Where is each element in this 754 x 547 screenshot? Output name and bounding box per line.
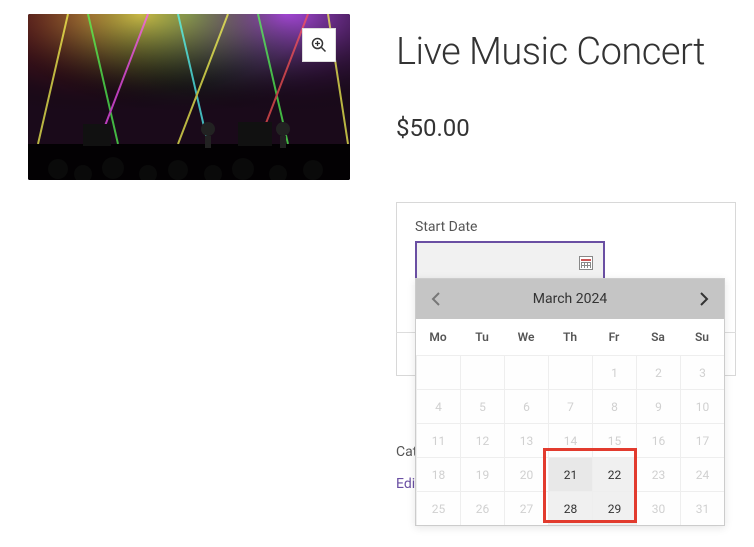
next-month-button[interactable] xyxy=(694,289,714,309)
datepicker-day: 23 xyxy=(636,457,680,491)
chevron-right-icon xyxy=(699,292,709,306)
datepicker-day[interactable]: 29 xyxy=(592,491,636,525)
datepicker-dow: We xyxy=(504,319,548,355)
datepicker-day: 9 xyxy=(636,389,680,423)
datepicker-dow: Mo xyxy=(416,319,460,355)
datepicker-day: 10 xyxy=(680,389,724,423)
datepicker-day xyxy=(460,355,504,389)
datepicker-day[interactable]: 22 xyxy=(592,457,636,491)
datepicker-day: 1 xyxy=(592,355,636,389)
datepicker-day: 19 xyxy=(460,457,504,491)
datepicker-day xyxy=(504,355,548,389)
datepicker-dow: Su xyxy=(680,319,724,355)
calendar-icon xyxy=(579,256,593,270)
datepicker-day: 3 xyxy=(680,355,724,389)
datepicker-day: 18 xyxy=(416,457,460,491)
datepicker-day: 27 xyxy=(504,491,548,525)
datepicker-dow: Sa xyxy=(636,319,680,355)
product-price: $50.00 xyxy=(396,114,754,142)
chevron-left-icon xyxy=(431,292,441,306)
datepicker-dow: Tu xyxy=(460,319,504,355)
product-image[interactable] xyxy=(28,14,350,180)
datepicker-day: 4 xyxy=(416,389,460,423)
datepicker-day[interactable]: 21 xyxy=(548,457,592,491)
datepicker-popup: March 2024 MoTuWeThFrSaSu123456789101112… xyxy=(415,278,725,526)
product-title: Live Music Concert xyxy=(396,30,754,74)
datepicker-grid: MoTuWeThFrSaSu12345678910111213141516171… xyxy=(416,319,724,525)
datepicker-day: 5 xyxy=(460,389,504,423)
edit-link[interactable]: Edi xyxy=(396,476,415,492)
datepicker-header: March 2024 xyxy=(416,279,724,319)
datepicker-day xyxy=(548,355,592,389)
start-date-label: Start Date xyxy=(415,219,717,235)
magnify-plus-icon xyxy=(311,37,327,53)
datepicker-day: 15 xyxy=(592,423,636,457)
datepicker-day: 16 xyxy=(636,423,680,457)
datepicker-day: 7 xyxy=(548,389,592,423)
datepicker-day[interactable]: 28 xyxy=(548,491,592,525)
datepicker-day: 17 xyxy=(680,423,724,457)
datepicker-dow: Th xyxy=(548,319,592,355)
datepicker-month-year: March 2024 xyxy=(533,291,607,307)
datepicker-day: 26 xyxy=(460,491,504,525)
datepicker-dow: Fr xyxy=(592,319,636,355)
datepicker-day xyxy=(416,355,460,389)
datepicker-day: 30 xyxy=(636,491,680,525)
datepicker-day: 12 xyxy=(460,423,504,457)
datepicker-day: 6 xyxy=(504,389,548,423)
datepicker-day: 20 xyxy=(504,457,548,491)
prev-month-button[interactable] xyxy=(426,289,446,309)
zoom-button[interactable] xyxy=(302,28,336,62)
datepicker-day: 25 xyxy=(416,491,460,525)
datepicker-day: 13 xyxy=(504,423,548,457)
datepicker-day: 31 xyxy=(680,491,724,525)
datepicker-day: 14 xyxy=(548,423,592,457)
datepicker-day: 2 xyxy=(636,355,680,389)
datepicker-day: 24 xyxy=(680,457,724,491)
datepicker-day: 11 xyxy=(416,423,460,457)
datepicker-day: 8 xyxy=(592,389,636,423)
